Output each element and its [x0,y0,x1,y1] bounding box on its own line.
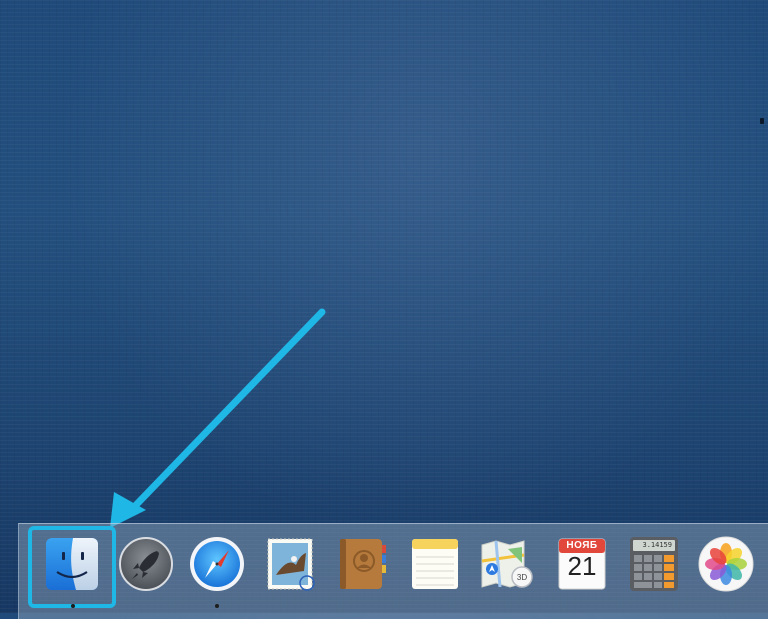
safari-compass-icon [190,537,244,591]
dock-photos[interactable] [697,535,755,593]
calendar-month: НОЯБ [566,540,598,551]
svg-text:3D: 3D [517,573,527,582]
calendar-day: 21 [567,551,597,581]
dock-calculator[interactable]: 3.14159 [625,535,683,593]
mail-stamp-icon [267,538,315,591]
annotation-arrow [110,308,326,528]
finder-running-indicator [71,604,75,608]
launchpad-rocket-icon [119,537,173,591]
maps-icon: 3D [481,540,533,588]
safari-running-indicator [215,604,219,608]
dock-launchpad[interactable] [117,535,175,593]
dock-mail[interactable] [262,535,320,593]
dock-contacts[interactable] [333,535,391,593]
calculator-display: 3.14159 [642,541,672,549]
photos-flower-icon [698,536,754,592]
dock-notes[interactable] [406,535,464,593]
dock-calendar[interactable]: НОЯБ 21 [553,535,611,593]
contacts-book-icon [340,539,386,589]
dock-maps[interactable]: 3D [478,535,536,593]
notes-icon [412,539,458,589]
dock-finder[interactable] [43,535,101,593]
finder-icon [46,538,98,590]
dock-safari[interactable] [188,535,246,593]
